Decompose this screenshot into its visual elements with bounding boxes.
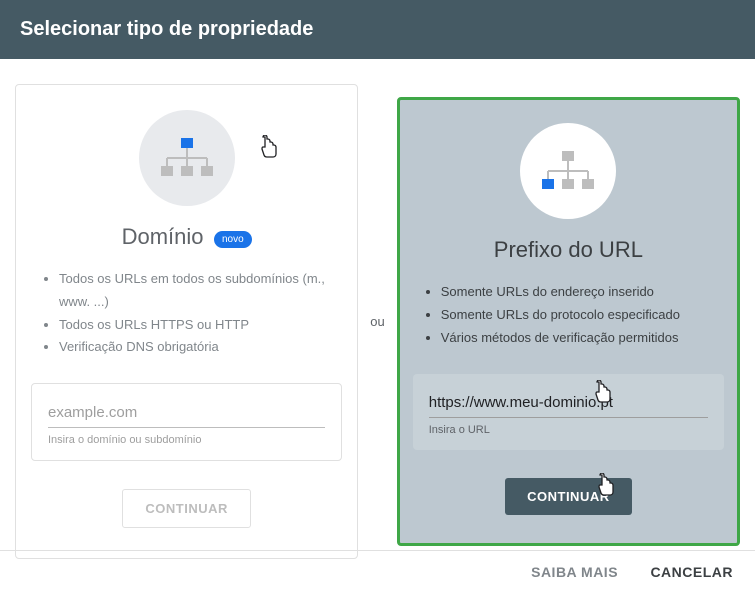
domain-property-card[interactable]: Domínio novo Todos os URLs em todos os s…	[15, 84, 358, 559]
url-input-box: Insira o URL	[413, 374, 724, 450]
domain-input-helper: Insira o domínio ou subdomínio	[48, 434, 325, 446]
dialog-title: Selecionar tipo de propriedade	[20, 18, 313, 40]
dialog-header: Selecionar tipo de propriedade	[0, 0, 755, 59]
url-feature-item: Somente URLs do endereço inserido	[441, 281, 724, 304]
domain-input-box: Insira o domínio ou subdomínio	[31, 383, 342, 461]
domain-input[interactable]	[48, 400, 325, 428]
url-continue-button[interactable]: CONTINUAR	[505, 478, 632, 515]
domain-title-row: Domínio novo	[31, 224, 342, 250]
learn-more-link[interactable]: SAIBA MAIS	[531, 564, 618, 580]
domain-feature-item: Todos os URLs em todos os subdomínios (m…	[59, 268, 342, 314]
url-input-helper: Insira o URL	[429, 424, 708, 436]
domain-feature-list: Todos os URLs em todos os subdomínios (m…	[59, 268, 342, 359]
url-title-row: Prefixo do URL	[413, 237, 724, 263]
url-feature-item: Vários métodos de verificação permitidos	[441, 327, 724, 350]
url-prefix-property-card[interactable]: Prefixo do URL Somente URLs do endereço …	[397, 97, 740, 545]
url-feature-item: Somente URLs do protocolo especificado	[441, 304, 724, 327]
url-continue-row: CONTINUAR	[413, 478, 724, 515]
url-icon-circle	[520, 123, 616, 219]
new-badge: novo	[214, 231, 252, 248]
domain-feature-item: Verificação DNS obrigatória	[59, 336, 342, 359]
domain-icon-circle	[139, 110, 235, 206]
url-card-title: Prefixo do URL	[494, 237, 643, 263]
domain-feature-item: Todos os URLs HTTPS ou HTTP	[59, 314, 342, 337]
cancel-button[interactable]: CANCELAR	[650, 564, 733, 580]
sitemap-icon	[540, 143, 596, 199]
divider-or: ou	[368, 314, 386, 329]
domain-card-title: Domínio	[122, 224, 204, 250]
url-feature-list: Somente URLs do endereço inserido Soment…	[441, 281, 724, 349]
url-input[interactable]	[429, 390, 708, 418]
domain-continue-row: CONTINUAR	[31, 489, 342, 528]
dialog-footer: SAIBA MAIS CANCELAR	[0, 550, 755, 593]
sitemap-icon	[159, 130, 215, 186]
domain-continue-button[interactable]: CONTINUAR	[122, 489, 251, 528]
dialog-content: Domínio novo Todos os URLs em todos os s…	[0, 59, 755, 559]
